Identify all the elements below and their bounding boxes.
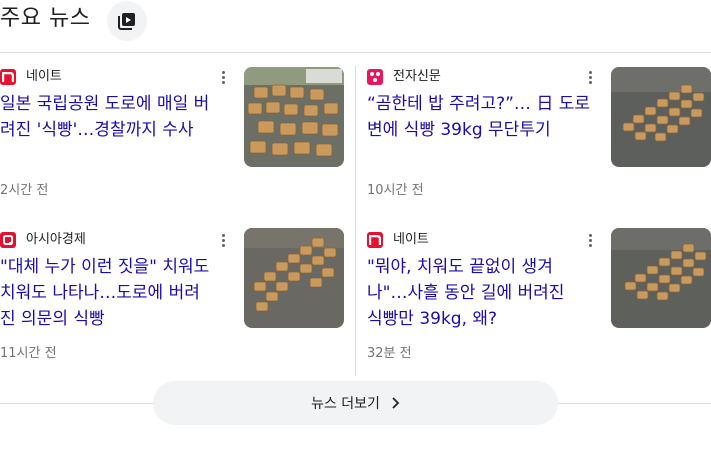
news-stack-icon (118, 13, 135, 30)
article-thumbnail[interactable] (244, 228, 344, 328)
header-divider (0, 52, 711, 53)
section-title: 주요 뉴스 (0, 6, 91, 31)
column-divider (355, 66, 356, 376)
publish-time: 2시간 전 (0, 183, 49, 198)
more-news-label: 뉴스 더보기 (311, 396, 380, 412)
source-logo (367, 69, 383, 85)
source-logo (367, 232, 383, 248)
more-news-button[interactable]: 뉴스 더보기 (153, 381, 558, 425)
news-card[interactable]: 네이트 "뭐야, 치워도 끝없이 생겨 나"…사흘 동안 길에 버려진 식빵만 … (367, 228, 711, 370)
article-thumbnail[interactable] (611, 228, 711, 328)
chevron-right-icon (392, 397, 400, 409)
more-options-button[interactable] (582, 67, 598, 87)
news-card[interactable]: 네이트 일본 국립공원 도로에 매일 버 려진 '식빵'…경찰까지 수사 2시간… (0, 67, 350, 207)
publish-time: 11시간 전 (0, 346, 57, 361)
news-header: 주요 뉴스 (0, 0, 711, 52)
asiae-logo-icon (3, 235, 13, 245)
headline-line: 변에 식빵 39kg 무단투기 (367, 120, 551, 140)
more-options-button[interactable] (215, 230, 231, 250)
publish-time: 10시간 전 (367, 183, 424, 198)
bread-photo-image (611, 228, 711, 328)
source-name: 아시아경제 (26, 232, 86, 247)
source-logo (0, 232, 16, 248)
nate-logo-icon (369, 235, 381, 245)
publish-time: 32분 전 (367, 346, 412, 361)
article-thumbnail[interactable] (244, 67, 344, 167)
source-logo (0, 69, 16, 85)
headline-link[interactable]: “곰한테 밥 주려고?”… 日 도로 변에 식빵 39kg 무단투기 (367, 91, 590, 143)
headline-line: 치워도 나타나…도로에 버려 (0, 283, 200, 303)
news-card[interactable]: 전자신문 “곰한테 밥 주려고?”… 日 도로 변에 식빵 39kg 무단투기 … (367, 67, 711, 207)
headline-link[interactable]: 일본 국립공원 도로에 매일 버 려진 '식빵'…경찰까지 수사 (0, 91, 209, 143)
more-options-button[interactable] (582, 230, 598, 250)
footer-divider-right (558, 403, 711, 404)
bread-photo-image (611, 67, 711, 167)
source-name: 네이트 (393, 232, 429, 247)
news-card[interactable]: 아시아경제 "대체 누가 이런 짓을" 치워도 치워도 나타나…도로에 버려 진… (0, 228, 350, 370)
headline-link[interactable]: "대체 누가 이런 짓을" 치워도 치워도 나타나…도로에 버려 진 의문의 식… (0, 254, 209, 332)
headline-line: "뭐야, 치워도 끝없이 생겨 (367, 257, 553, 277)
headline-line: 려진 '식빵'…경찰까지 수사 (0, 120, 194, 140)
headline-line: “곰한테 밥 주려고?”… 日 도로 (367, 94, 591, 114)
headline-line: 식빵만 39kg, 왜? (367, 309, 498, 329)
etnews-logo-icon (370, 72, 380, 82)
headline-line: 일본 국립공원 도로에 매일 버 (0, 94, 210, 114)
footer-divider-left (0, 403, 153, 404)
headline-line: 나"…사흘 동안 길에 버려진 (367, 283, 565, 303)
news-stack-button[interactable] (107, 1, 147, 41)
article-thumbnail[interactable] (611, 67, 711, 167)
more-options-button[interactable] (215, 67, 231, 87)
nate-logo-icon (2, 72, 14, 82)
source-name: 네이트 (26, 69, 62, 84)
bread-photo-image (244, 228, 344, 328)
source-name: 전자신문 (393, 69, 441, 84)
headline-line: 진 의문의 식빵 (0, 309, 105, 329)
headline-link[interactable]: "뭐야, 치워도 끝없이 생겨 나"…사흘 동안 길에 버려진 식빵만 39kg… (367, 254, 564, 332)
headline-line: "대체 누가 이런 짓을" 치워도 (0, 257, 210, 277)
bread-photo-image (244, 67, 344, 167)
